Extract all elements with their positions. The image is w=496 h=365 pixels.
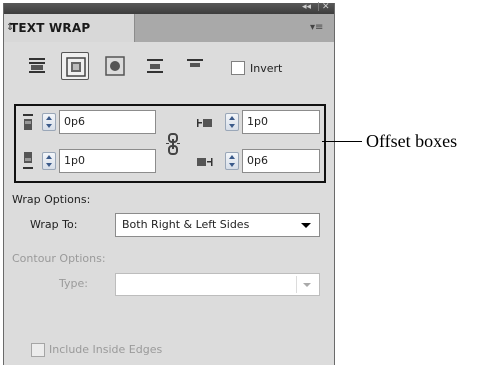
no-text-wrap-button[interactable]	[23, 52, 51, 80]
wrap-object-shape-icon	[105, 56, 125, 76]
top-offset-input[interactable]: 0p6	[59, 110, 156, 134]
collapse-icon[interactable]: ◂◂	[302, 2, 311, 12]
panel-title-bar: ◂◂ | ✕	[4, 2, 334, 14]
tab-text-wrap[interactable]: ⇕ TEXT WRAP	[4, 14, 135, 42]
contour-options-heading: Contour Options:	[12, 252, 106, 265]
wrap-to-value: Both Right & Left Sides	[122, 218, 250, 231]
right-offset-input[interactable]: 0p6	[242, 149, 320, 173]
link-offsets-icon[interactable]	[166, 133, 180, 155]
chevron-down-icon	[303, 283, 311, 287]
top-offset-stepper[interactable]	[42, 113, 56, 131]
callout-label: Offset boxes	[366, 131, 458, 151]
include-inside-edges-checkbox	[31, 343, 45, 357]
top-offset-icon	[23, 114, 33, 130]
title-bar-separator: |	[317, 2, 321, 12]
left-offset-stepper[interactable]	[225, 113, 239, 131]
invert-checkbox[interactable]	[231, 61, 245, 75]
left-offset-icon	[197, 119, 212, 127]
panel-tab-strip: ⇕ TEXT WRAP ▾≡	[4, 14, 334, 42]
panel-title: TEXT WRAP	[10, 21, 91, 35]
bottom-offset-input[interactable]: 1p0	[59, 149, 156, 173]
wrap-bounding-box-icon	[66, 57, 86, 77]
wrap-to-dropdown[interactable]: Both Right & Left Sides	[115, 213, 320, 237]
panel-menu-icon[interactable]: ▾≡	[310, 22, 330, 34]
wrap-to-label: Wrap To:	[30, 218, 78, 231]
close-icon[interactable]: ✕	[322, 2, 330, 12]
jump-to-next-column-button[interactable]	[181, 52, 209, 80]
callout-line	[322, 141, 362, 142]
bottom-offset-stepper[interactable]	[42, 152, 56, 170]
wrap-object-shape-button[interactable]	[101, 52, 129, 80]
jump-object-icon	[147, 59, 163, 73]
no-text-wrap-icon	[29, 58, 45, 73]
bottom-offset-icon	[23, 152, 33, 169]
offset-boxes-group: 0p6 1p0 1p0 0p6	[14, 104, 326, 183]
include-inside-edges-label: Include Inside Edges	[49, 343, 163, 356]
wrap-options-heading: Wrap Options:	[12, 193, 91, 206]
jump-to-next-column-icon	[187, 59, 203, 67]
text-wrap-panel: ◂◂ | ✕ ⇕ TEXT WRAP ▾≡ Invert 0p6 1p0 1p0…	[3, 2, 335, 365]
invert-label: Invert	[250, 62, 283, 75]
jump-object-button[interactable]	[141, 52, 169, 80]
right-offset-icon	[197, 158, 213, 166]
type-label: Type:	[59, 277, 88, 290]
wrap-bounding-box-button[interactable]	[61, 52, 89, 80]
contour-type-dropdown	[115, 273, 320, 296]
left-offset-input[interactable]: 1p0	[242, 110, 320, 134]
dropdown-divider	[296, 276, 297, 293]
right-offset-stepper[interactable]	[225, 152, 239, 170]
chevron-down-icon	[301, 223, 311, 228]
